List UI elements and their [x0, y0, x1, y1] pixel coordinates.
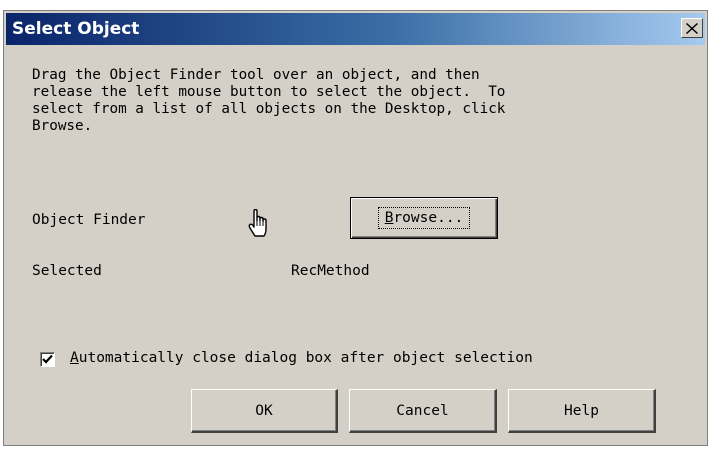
selected-label: Selected [32, 263, 102, 279]
checkmark-icon [42, 354, 53, 364]
object-finder-tool[interactable] [237, 203, 283, 245]
browse-button-label: Browse... [377, 207, 471, 229]
auto-close-label[interactable]: Automatically close dialog box after obj… [70, 350, 533, 366]
title-bar[interactable]: Select Object [6, 13, 705, 45]
help-button-label: Help [564, 402, 599, 419]
select-object-dialog: Select Object Drag the Object Finder too… [3, 10, 708, 446]
ok-button-label: OK [255, 402, 273, 419]
auto-close-rest: utomatically close dialog box after obje… [78, 350, 533, 366]
instructions-text: Drag the Object Finder tool over an obje… [32, 67, 506, 134]
auto-close-checkbox[interactable] [40, 352, 55, 367]
selected-value: RecMethod [291, 263, 370, 279]
close-button[interactable] [681, 18, 703, 38]
cancel-button-label: Cancel [396, 402, 449, 419]
hand-pointer-icon [248, 209, 267, 237]
browse-rest: rowse... [393, 210, 464, 226]
cancel-button[interactable]: Cancel [349, 389, 497, 433]
dialog-title: Select Object [12, 19, 140, 39]
auto-close-accel: A [70, 350, 79, 366]
browse-button[interactable]: Browse... [350, 197, 498, 239]
close-icon [686, 22, 698, 34]
help-button[interactable]: Help [508, 389, 656, 433]
object-finder-label: Object Finder [32, 212, 146, 228]
ok-button[interactable]: OK [191, 389, 338, 433]
